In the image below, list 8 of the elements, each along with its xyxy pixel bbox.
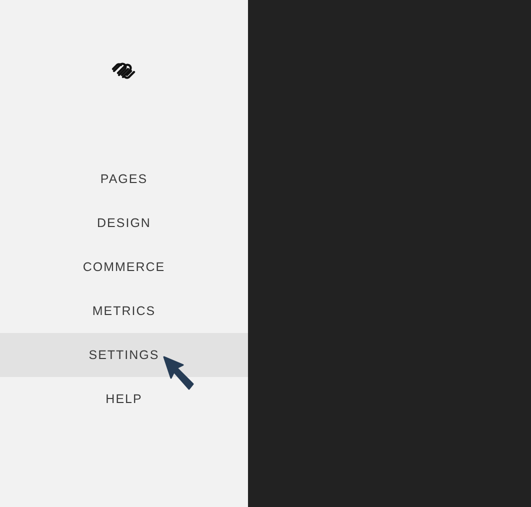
- sidebar-item[interactable]: DESIGN: [0, 201, 248, 245]
- logo-icon[interactable]: [111, 60, 137, 80]
- sidebar-item[interactable]: SETTINGS: [0, 333, 248, 377]
- sidebar-item[interactable]: METRICS: [0, 289, 248, 333]
- sidebar-item[interactable]: COMMERCE: [0, 245, 248, 289]
- sidebar-item[interactable]: PAGES: [0, 157, 248, 201]
- cursor-icon: [163, 356, 195, 391]
- sidebar-item[interactable]: HELP: [0, 377, 248, 421]
